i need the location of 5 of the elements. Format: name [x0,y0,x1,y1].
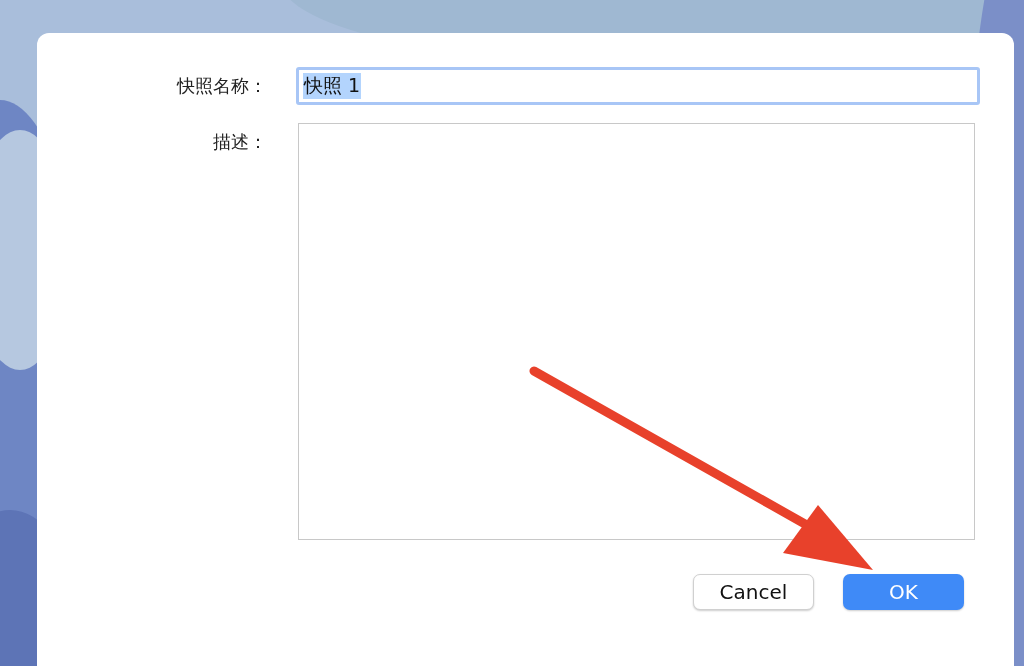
cancel-button[interactable]: Cancel [693,574,814,610]
field-label: 快照名称： [177,74,267,98]
field-label: 描述： [213,130,267,154]
name-field[interactable]: 快照 1 [296,67,980,105]
description-field[interactable] [298,123,975,540]
